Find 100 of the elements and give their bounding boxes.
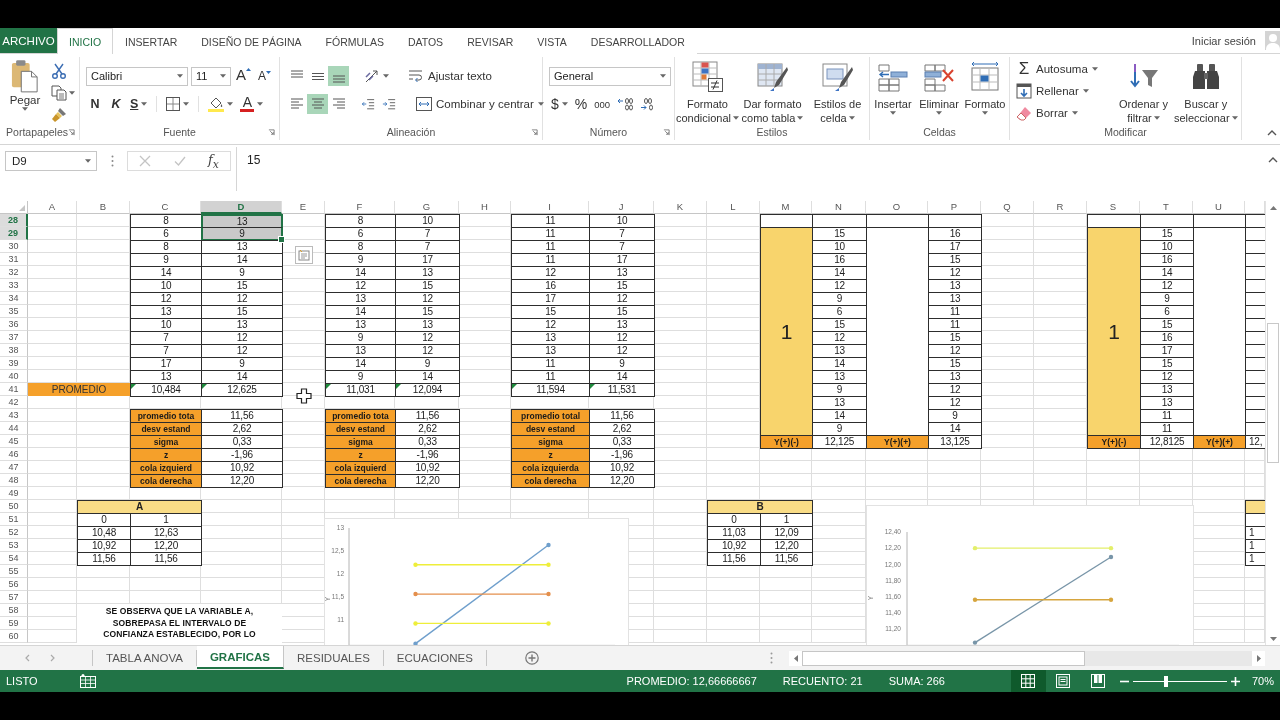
sheet-tab[interactable]: TABLA ANOVA: [93, 650, 197, 666]
collapse-ribbon-icon[interactable]: [1267, 130, 1277, 136]
dialog-launcher-icon[interactable]: [268, 128, 275, 136]
scrollbar-thumb[interactable]: [1267, 323, 1279, 463]
empty-cell: [1245, 383, 1265, 397]
group-label: Alineación: [386, 126, 436, 138]
vertical-dots-icon[interactable]: [770, 652, 773, 664]
column-header[interactable]: I: [511, 201, 589, 214]
merge-center-button[interactable]: Combinar y centrar: [414, 94, 546, 114]
vertical-dots-icon[interactable]: [111, 155, 114, 167]
clear-button[interactable]: Borrar: [1016, 102, 1116, 123]
insert-cells-icon: [877, 61, 909, 93]
dialog-launcher-icon[interactable]: [68, 128, 75, 136]
sheet-tab[interactable]: ECUACIONES: [383, 650, 487, 666]
table-cell: 12,: [1245, 435, 1265, 449]
zoom-level[interactable]: 70%: [1251, 675, 1274, 687]
fill-button[interactable]: Rellenar: [1016, 80, 1116, 101]
column-header[interactable]: A: [28, 201, 77, 214]
formula-input[interactable]: 15: [236, 147, 1265, 191]
column-header[interactable]: U: [1193, 201, 1245, 214]
font-color-button[interactable]: A: [238, 94, 266, 114]
delete-cells-button[interactable]: Eliminar: [916, 58, 962, 124]
copy-button[interactable]: [51, 83, 75, 102]
column-header[interactable]: N: [812, 201, 866, 214]
column-header[interactable]: Q: [981, 201, 1034, 214]
stat-label: desv estand: [325, 422, 396, 436]
number-format-field[interactable]: General: [549, 66, 671, 86]
stat-label: cola izquierd: [325, 461, 396, 475]
row-header[interactable]: 28: [0, 214, 28, 227]
insert-function-button[interactable]: f$_{x}$: [207, 151, 219, 171]
font-name-field[interactable]: Calibri: [86, 66, 188, 86]
column-header[interactable]: R: [1034, 201, 1087, 214]
format-as-table-button[interactable]: Dar formato como tabla: [740, 58, 805, 124]
file-tab[interactable]: ARCHIVO: [0, 28, 57, 53]
column-header[interactable]: T: [1140, 201, 1193, 214]
column-header[interactable]: B: [77, 201, 130, 214]
zoom-in-icon[interactable]: [1230, 676, 1240, 686]
table-cell: 13: [511, 344, 590, 358]
column-header[interactable]: P: [928, 201, 981, 214]
table-cell: 11,56: [589, 409, 655, 423]
collapse-icon[interactable]: [1268, 157, 1278, 163]
thousands-button[interactable]: 000: [592, 94, 613, 114]
name-box[interactable]: D9: [5, 151, 97, 171]
data-point: [972, 545, 978, 551]
stat-label: sigma: [130, 435, 202, 449]
column-header[interactable]: F: [325, 201, 395, 214]
scrollbar-thumb[interactable]: [802, 650, 1085, 666]
wrap-text-button[interactable]: Ajustar texto: [406, 66, 494, 86]
column-header[interactable]: G: [395, 201, 459, 214]
empty-cell: [1245, 318, 1265, 332]
table-cell: -1,96: [589, 448, 655, 462]
paste-button[interactable]: Pegar: [4, 59, 46, 124]
spreadsheet-icon[interactable]: [80, 674, 96, 688]
table-cell: 11: [511, 370, 590, 384]
column-header[interactable]: O: [866, 201, 928, 214]
normal-view-button[interactable]: [1010, 670, 1046, 692]
column-header[interactable]: L: [707, 201, 760, 214]
grow-font-button[interactable]: A: [234, 66, 253, 86]
caret-icon: [177, 74, 183, 78]
find-select-button[interactable]: Buscar y seleccionar: [1170, 58, 1241, 124]
column-header[interactable]: M: [760, 201, 812, 214]
bold-button[interactable]: N: [86, 94, 104, 114]
dialog-launcher-icon[interactable]: [531, 128, 538, 136]
dialog-launcher-icon[interactable]: [663, 128, 670, 136]
table-cell: 12: [589, 331, 655, 345]
percent-button[interactable]: %: [572, 94, 590, 114]
table-cell: 15: [589, 279, 655, 293]
format-cells-button[interactable]: Formato: [962, 58, 1008, 124]
table-cell: 15: [201, 279, 283, 293]
currency-button[interactable]: $: [549, 94, 570, 114]
horizontal-scrollbar[interactable]: [789, 650, 1265, 666]
ribbon-tab[interactable]: INICIO: [57, 28, 114, 54]
sort-filter-button[interactable]: Ordenar y filtrar: [1116, 58, 1171, 124]
empty-cell: [1245, 305, 1265, 319]
fill-handle[interactable]: [278, 236, 285, 243]
shrink-font-button[interactable]: A: [256, 66, 274, 86]
table-cell: 1: [1245, 539, 1265, 553]
insert-cells-button[interactable]: Insertar: [870, 58, 916, 124]
column-header[interactable]: S: [1087, 201, 1140, 214]
sheet-tab[interactable]: GRAFICAS: [196, 646, 284, 669]
column-header[interactable]: C: [130, 201, 201, 214]
autosum-button[interactable]: Σ Autosuma: [1016, 58, 1116, 79]
underline-button[interactable]: S: [128, 94, 150, 114]
column-header[interactable]: K: [654, 201, 707, 214]
column-header[interactable]: D: [201, 201, 282, 214]
column-header[interactable]: J: [589, 201, 654, 214]
cell-styles-button[interactable]: Estilos de celda: [805, 58, 870, 124]
table-cell: 16: [511, 279, 590, 293]
slider-thumb[interactable]: [1163, 675, 1168, 687]
font-size-field[interactable]: 11: [191, 66, 231, 86]
table-cell: 12,20: [760, 539, 813, 553]
row-header[interactable]: 29: [0, 227, 28, 240]
sheet-tab[interactable]: RESIDUALES: [284, 650, 384, 666]
conditional-formatting-button[interactable]: Formato condicional: [675, 58, 740, 124]
borders-button[interactable]: [164, 94, 192, 114]
sign-in-link[interactable]: Iniciar sesión: [1191, 28, 1256, 53]
vertical-scrollbar[interactable]: [1265, 201, 1280, 645]
column-header[interactable]: H: [459, 201, 511, 214]
italic-button[interactable]: K: [107, 94, 125, 114]
column-header[interactable]: E: [282, 201, 325, 214]
